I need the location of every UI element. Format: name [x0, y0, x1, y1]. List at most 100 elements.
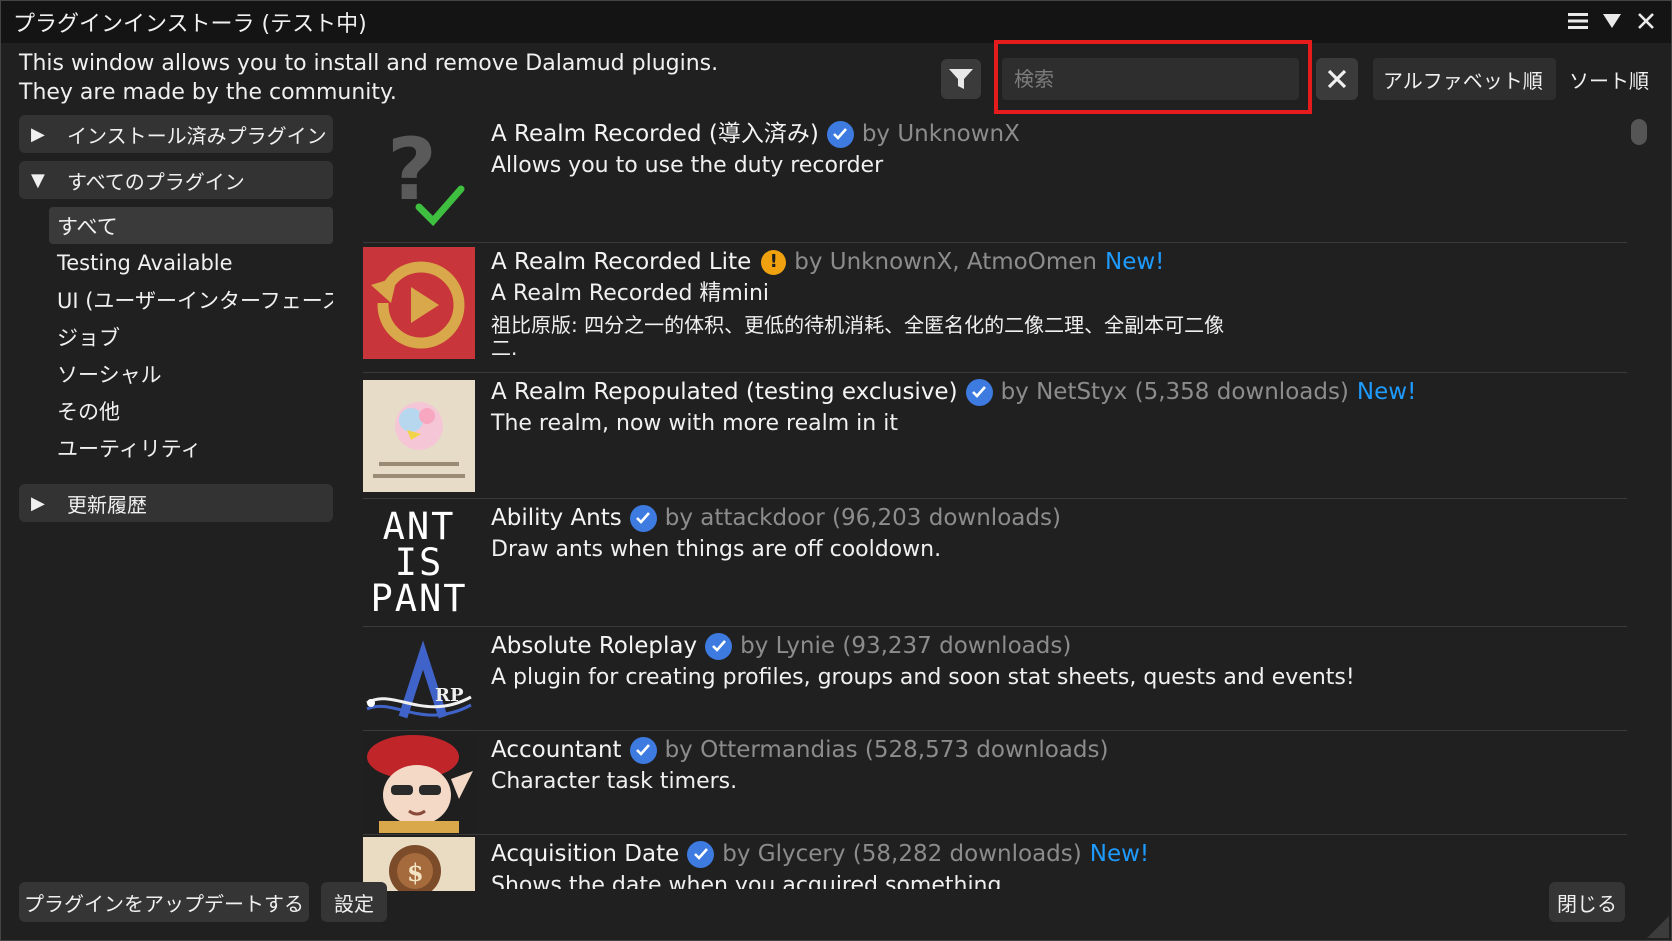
plugin-row[interactable]: A Realm Repopulated (testing exclusive) …	[363, 373, 1627, 499]
title-controls	[1567, 9, 1657, 33]
category-all[interactable]: すべて	[49, 207, 333, 244]
plugin-description: Character task timers.	[491, 769, 738, 794]
icon-text-line: PANT	[370, 577, 468, 617]
window-title: プラグインインストーラ (テスト中)	[13, 12, 367, 37]
plugin-row[interactable]: RP Absolute Roleplay by Lynie (93,237 do…	[363, 627, 1627, 731]
warning-icon: !	[761, 249, 787, 275]
plugin-description: A plugin for creating profiles, groups a…	[491, 665, 1355, 690]
settings-button[interactable]: 設定	[321, 882, 387, 922]
plugin-description-cn: 祖比原版: 四分之一的体积、更低的待机消耗、全匿名化的二像二理、全副本可二像	[491, 313, 1225, 337]
filter-button[interactable]	[941, 59, 981, 99]
plugin-row[interactable]: $ Acquisition Date by Glycery (58,282 do…	[363, 835, 1627, 891]
expand-arrow-icon: ▶	[31, 492, 45, 514]
plugin-info: A Realm Recorded (導入済み) by UnknownX Allo…	[491, 119, 1611, 183]
plugin-description: Allows you to use the duty recorder	[491, 153, 884, 178]
plugin-description-cn-cont: 二.	[491, 339, 518, 357]
tree-changelog-label: 更新履歴	[67, 492, 147, 517]
plugin-name: Accountant	[491, 737, 622, 763]
category-social[interactable]: ソーシャル	[49, 355, 333, 392]
plugin-row[interactable]: A Realm Recorded Lite ! by UnknownX, Atm…	[363, 243, 1627, 373]
plugin-name: Acquisition Date	[491, 841, 680, 867]
arp-text: RP	[435, 685, 464, 706]
category-list: すべて Testing Available UI (ユーザーインターフェース) …	[49, 207, 333, 466]
plugin-info: Ability Ants by attackdoor (96,203 downl…	[491, 503, 1611, 567]
plugin-author: by Ottermandias (528,573 downloads)	[664, 737, 1109, 763]
tree-changelog[interactable]: ▶ 更新履歴	[19, 484, 333, 522]
arp-logo-icon: RP	[363, 627, 475, 731]
svg-text:?: ?	[387, 121, 437, 220]
question-check-icon: ?	[363, 121, 475, 233]
plugin-description: The realm, now with more realm in it	[491, 411, 898, 436]
plugin-row[interactable]: ANT IS PANT Ability Ants by attackdoor (…	[363, 499, 1627, 627]
intro-text: This window allows you to install and re…	[19, 49, 879, 107]
intro-line-1: This window allows you to install and re…	[19, 51, 719, 76]
plugin-list-scrollbar[interactable]	[1631, 115, 1647, 891]
new-badge: New!	[1356, 379, 1417, 405]
category-jobs[interactable]: ジョブ	[49, 318, 333, 355]
collapse-arrow-icon: ▼	[31, 169, 45, 191]
collapse-icon[interactable]	[1601, 9, 1623, 33]
verified-icon	[705, 632, 733, 660]
titlebar[interactable]: プラグインインストーラ (テスト中)	[1, 1, 1671, 43]
plugin-name: A Realm Repopulated (testing exclusive)	[491, 379, 958, 405]
chocobo-art-icon	[363, 380, 475, 492]
update-plugins-button[interactable]: プラグインをアップデートする	[19, 882, 309, 922]
plugin-name: Ability Ants	[491, 505, 622, 531]
category-ui[interactable]: UI (ユーザーインターフェース)	[49, 281, 333, 318]
filter-icon	[949, 69, 973, 89]
sort-label: ソート順	[1569, 69, 1649, 93]
category-utility[interactable]: ユーティリティ	[49, 429, 333, 466]
close-icon[interactable]	[1635, 9, 1657, 33]
verified-icon	[965, 378, 993, 406]
icon-text-line: ANT	[382, 505, 456, 548]
sort-dropdown[interactable]: アルファベット順	[1373, 58, 1556, 100]
tree-all-label: すべてのプラグイン	[67, 169, 245, 194]
plugin-row[interactable]: Accountant by Ottermandias (528,573 down…	[363, 731, 1627, 835]
icon-text-line: IS	[394, 541, 444, 584]
plugin-name: A Realm Recorded Lite	[491, 249, 752, 275]
verified-icon	[826, 120, 854, 148]
verified-icon	[687, 840, 715, 868]
plugin-row[interactable]: ? A Realm Recorded (導入済み) by UnknownX Al…	[363, 115, 1627, 243]
plugin-author: by NetStyx (5,358 downloads)	[1000, 379, 1349, 405]
plugin-author: by attackdoor (96,203 downloads)	[664, 505, 1061, 531]
plugin-author: by UnknownX, AtmoOmen	[794, 249, 1097, 275]
plugin-info: Acquisition Date by Glycery (58,282 down…	[491, 839, 1611, 889]
replay-circle-icon	[363, 247, 475, 359]
plugin-info: Accountant by Ottermandias (528,573 down…	[491, 735, 1611, 799]
verified-icon	[629, 736, 657, 764]
new-badge: New!	[1104, 249, 1165, 275]
plugin-info: Absolute Roleplay by Lynie (93,237 downl…	[491, 631, 1611, 695]
tree-installed-label: インストール済みプラグイン	[67, 123, 327, 148]
plugin-author: by Lynie (93,237 downloads)	[740, 633, 1072, 659]
svg-text:$: $	[407, 858, 424, 887]
plugin-author: by Glycery (58,282 downloads)	[722, 841, 1082, 867]
sort-value: アルファベット順	[1383, 68, 1543, 93]
plugin-description: A Realm Recorded 精mini	[491, 281, 769, 306]
tree-installed-plugins[interactable]: ▶ インストール済みプラグイン	[19, 115, 333, 153]
plugin-description: Draw ants when things are off cooldown.	[491, 537, 942, 562]
category-testing[interactable]: Testing Available	[49, 244, 333, 281]
plugin-name: Absolute Roleplay	[491, 633, 698, 659]
search-input[interactable]	[1002, 58, 1299, 100]
plugin-info: A Realm Repopulated (testing exclusive) …	[491, 377, 1611, 441]
plugin-list: ? A Realm Recorded (導入済み) by UnknownX Al…	[363, 115, 1627, 891]
close-button[interactable]: 閉じる	[1549, 882, 1625, 922]
plugin-installer-window: プラグインインストーラ (テスト中) This window allows yo…	[0, 0, 1672, 941]
tree-all-plugins[interactable]: ▼ すべてのプラグイン	[19, 161, 333, 199]
category-sidebar: ▶ インストール済みプラグイン ▼ すべてのプラグイン すべて Testing …	[19, 115, 333, 530]
expand-arrow-icon: ▶	[31, 123, 45, 145]
menu-icon[interactable]	[1567, 9, 1589, 33]
plugin-author: by UnknownX	[861, 121, 1020, 147]
red-hat-character-icon	[363, 733, 475, 833]
ant-is-pant-text-icon: ANT IS PANT	[363, 505, 475, 617]
resize-grip[interactable]	[1647, 916, 1669, 938]
scrollbar-thumb[interactable]	[1631, 119, 1647, 145]
clear-search-button[interactable]	[1316, 58, 1358, 100]
plugin-info: A Realm Recorded Lite ! by UnknownX, Atm…	[491, 247, 1611, 357]
x-icon	[1327, 69, 1347, 89]
category-other[interactable]: その他	[49, 392, 333, 429]
plugin-description: Shows the date when you acquired somethi…	[491, 873, 1002, 889]
plugin-name: A Realm Recorded (導入済み)	[491, 121, 819, 147]
verified-icon	[629, 504, 657, 532]
